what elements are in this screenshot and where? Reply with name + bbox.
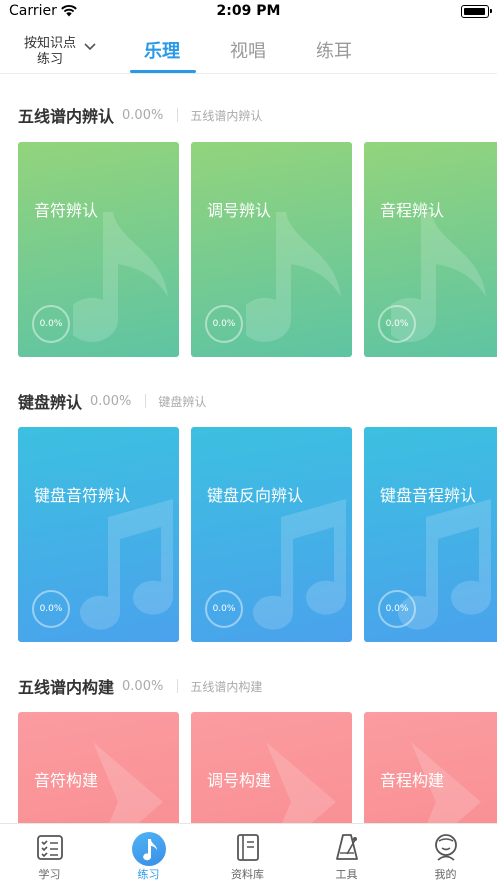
section-percent: 0.00% [122, 107, 164, 123]
section-title: 键盘辨认 [18, 393, 83, 412]
nav-label: 学习 [38, 868, 61, 881]
tab-music-theory[interactable]: 乐理 [130, 37, 194, 63]
card-label: 键盘反向辨认 [207, 486, 304, 505]
card-label: 键盘音符辨认 [34, 486, 131, 505]
section-title: 五线谱内构建 [18, 678, 115, 697]
progress-ring: 0.0% [378, 305, 416, 343]
book-icon [237, 834, 259, 861]
divider [177, 108, 179, 122]
section-header: 键盘辨认 0.00% 键盘辨认 [18, 389, 206, 413]
section-subtitle: 键盘辨认 [158, 394, 207, 409]
nav-study[interactable]: 学习 [0, 824, 99, 883]
card-label: 键盘音程辨认 [380, 486, 477, 505]
knowledge-filter-dropdown[interactable]: 按知识点练习 [18, 36, 108, 68]
tab-ear-training[interactable]: 练耳 [302, 37, 366, 63]
nav-profile[interactable]: 我的 [396, 824, 495, 883]
progress-ring: 0.0% [378, 590, 416, 628]
tab-sight-singing[interactable]: 视唱 [216, 37, 280, 63]
card-label: 音符构建 [34, 771, 99, 790]
card-note-recognition[interactable]: 音符辨认 0.0% [18, 142, 179, 357]
music-note-icon [246, 212, 341, 342]
nav-label: 我的 [434, 868, 457, 881]
double-note-icon [80, 499, 174, 630]
double-note-icon [253, 499, 347, 630]
card-keyboard-reverse-recognition[interactable]: 键盘反向辨认 0.0% [191, 427, 352, 642]
clock: 2:09 PM [216, 3, 281, 19]
section-subtitle: 五线谱内辨认 [190, 108, 263, 123]
section-title: 五线谱内辨认 [18, 107, 115, 126]
divider [145, 394, 147, 408]
progress-ring: 0.0% [32, 305, 70, 343]
nav-library[interactable]: 资料库 [198, 824, 297, 883]
nav-practice[interactable]: 练习 [99, 824, 198, 883]
profile-icon [435, 834, 457, 861]
divider [177, 679, 179, 693]
nav-label: 资料库 [231, 868, 264, 881]
battery-icon [461, 5, 492, 18]
music-note-icon [73, 212, 168, 342]
card-label: 音程构建 [380, 771, 445, 790]
card-keyboard-note-recognition[interactable]: 键盘音符辨认 0.0% [18, 427, 179, 642]
card-label: 调号构建 [207, 771, 272, 790]
card-label: 调号辨认 [207, 201, 272, 220]
active-tab-indicator [130, 70, 196, 73]
status-bar: Carrier 2:09 PM [0, 0, 497, 26]
metronome-icon [336, 834, 358, 860]
section-percent: 0.00% [122, 678, 164, 694]
top-header: 按知识点练习 乐理 视唱 练耳 [0, 26, 497, 74]
card-label: 音符辨认 [34, 201, 99, 220]
card-label: 音程辨认 [380, 201, 445, 220]
section-percent: 0.00% [90, 393, 132, 409]
section-subtitle: 五线谱内构建 [190, 679, 263, 694]
progress-ring: 0.0% [205, 305, 243, 343]
progress-ring: 0.0% [205, 590, 243, 628]
chevron-down-icon [84, 43, 96, 51]
checklist-icon [37, 835, 63, 860]
nav-label: 工具 [335, 868, 358, 881]
music-note-icon [143, 839, 157, 861]
section-header: 五线谱内辨认 0.00% 五线谱内辨认 [18, 103, 262, 127]
nav-tools[interactable]: 工具 [297, 824, 396, 883]
filter-label: 按知识点练习 [23, 36, 76, 67]
section-header: 五线谱内构建 0.00% 五线谱内构建 [18, 674, 262, 698]
card-key-signature-recognition[interactable]: 调号辨认 0.0% [191, 142, 352, 357]
nav-label: 练习 [137, 868, 160, 881]
card-interval-recognition[interactable]: 音程辨认 0.0% [364, 142, 497, 357]
card-keyboard-interval-recognition[interactable]: 键盘音程辨认 0.0% [364, 427, 497, 642]
bottom-tab-bar: 学习 练习 资料库 工具 我的 [0, 823, 497, 883]
progress-ring: 0.0% [32, 590, 70, 628]
